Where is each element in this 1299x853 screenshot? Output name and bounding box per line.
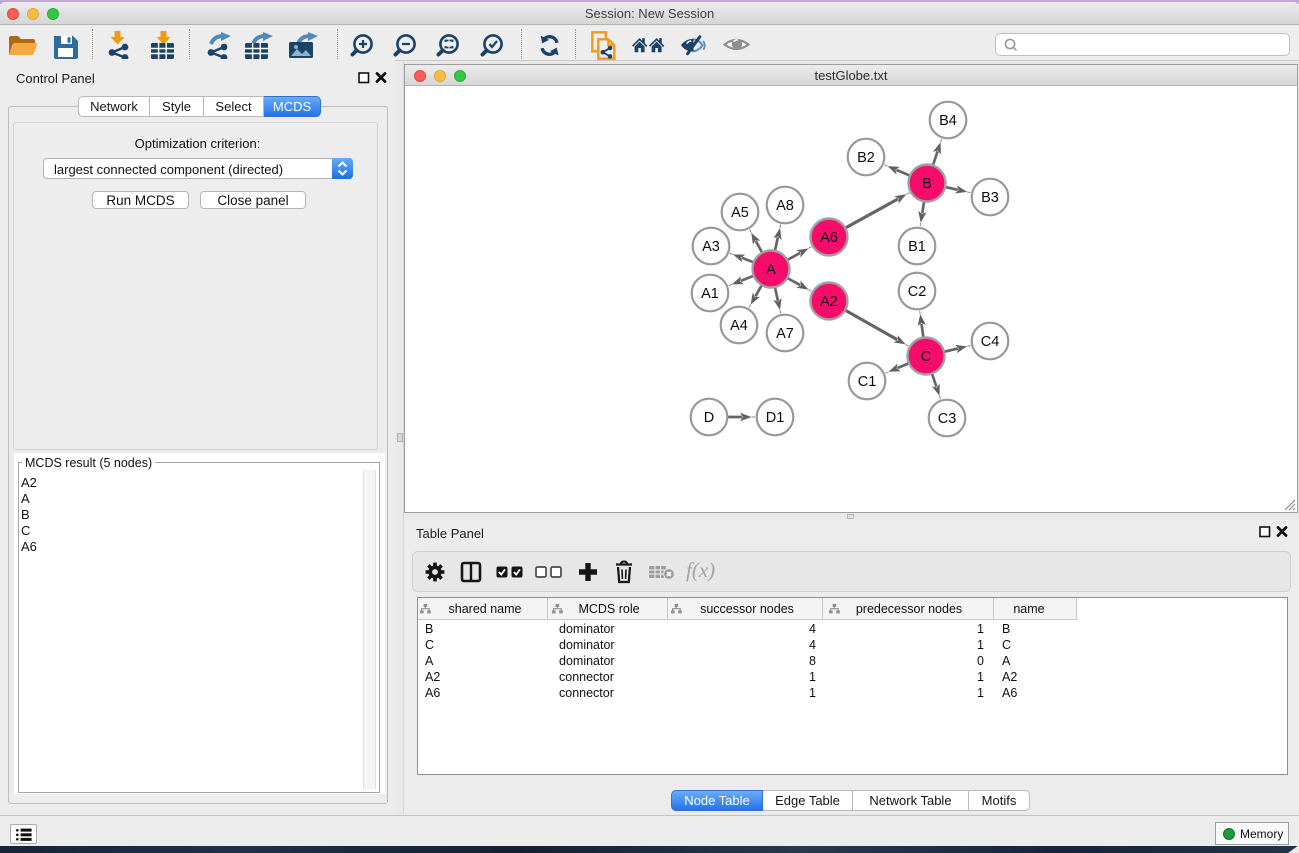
svg-text:B2: B2 bbox=[857, 150, 875, 166]
svg-text:C2: C2 bbox=[908, 284, 927, 300]
svg-text:A5: A5 bbox=[731, 205, 749, 221]
svg-text:A1: A1 bbox=[701, 286, 719, 302]
svg-text:B3: B3 bbox=[981, 190, 999, 206]
svg-text:D: D bbox=[704, 410, 714, 426]
svg-text:A2: A2 bbox=[820, 294, 838, 310]
svg-text:A3: A3 bbox=[702, 239, 720, 255]
svg-text:B4: B4 bbox=[939, 113, 957, 129]
svg-text:A4: A4 bbox=[730, 318, 748, 334]
svg-text:A6: A6 bbox=[820, 230, 838, 246]
svg-text:D1: D1 bbox=[766, 410, 785, 426]
svg-text:A8: A8 bbox=[776, 198, 794, 214]
svg-text:A7: A7 bbox=[776, 326, 794, 342]
svg-text:B1: B1 bbox=[908, 239, 926, 255]
svg-text:C3: C3 bbox=[938, 411, 957, 427]
svg-text:A: A bbox=[766, 262, 776, 278]
svg-text:C: C bbox=[921, 349, 931, 365]
svg-text:B: B bbox=[922, 176, 932, 192]
svg-text:C4: C4 bbox=[981, 334, 1000, 350]
svg-text:C1: C1 bbox=[858, 374, 877, 390]
